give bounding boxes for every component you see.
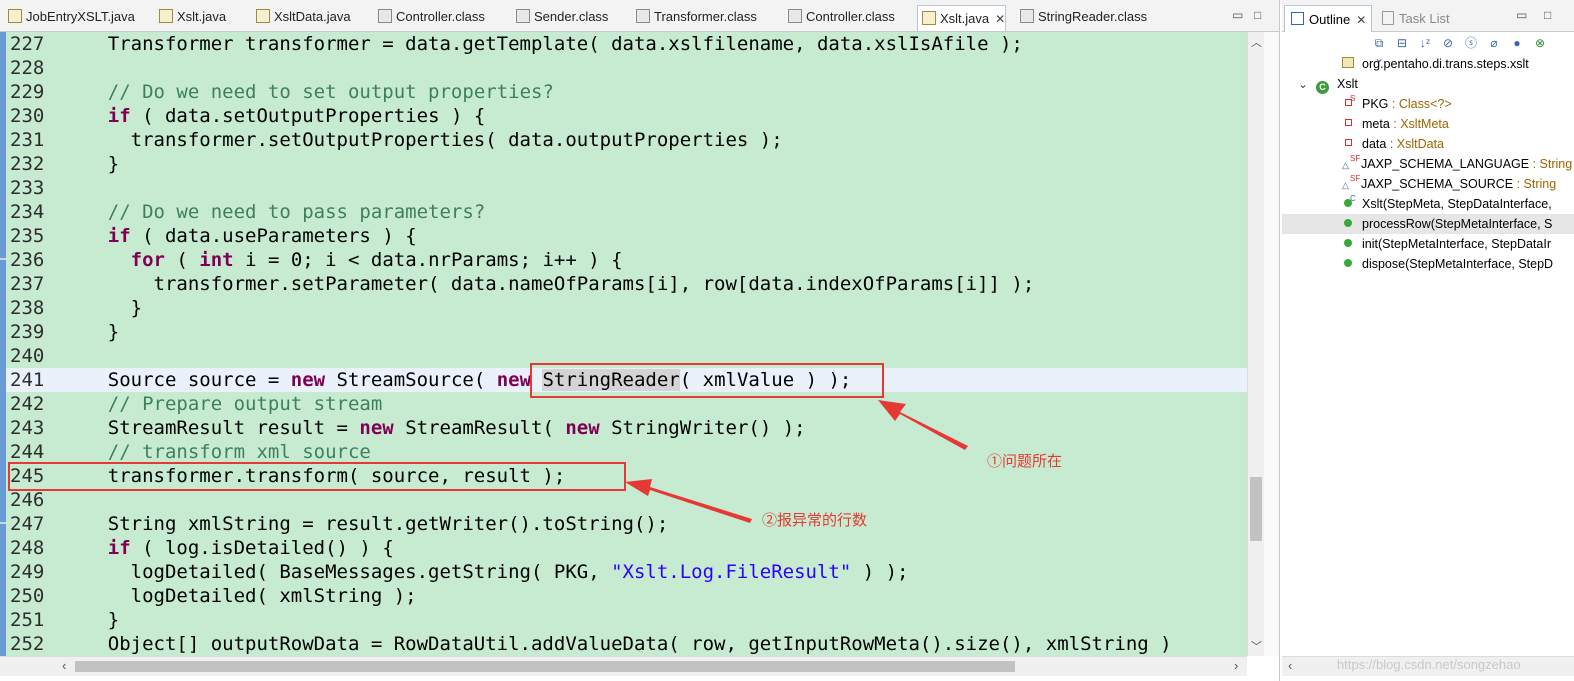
annotation-exception-label: ②报异常的行数: [762, 512, 868, 529]
public-method-icon: [1344, 259, 1352, 267]
outline-tree-item[interactable]: org.pentaho.di.trans.steps.xslt: [1282, 54, 1574, 74]
outline-icon: [1291, 12, 1304, 25]
hide-nonpublic-icon[interactable]: ⌀: [1487, 36, 1501, 50]
outline-item-label: JAXP_SCHEMA_LANGUAGE: [1361, 157, 1530, 171]
modifier-overlay-icon: SF: [1350, 174, 1361, 183]
outline-item-label: dispose(StepMetaInterface, StepD: [1362, 257, 1554, 271]
hide-local-types-icon[interactable]: ●: [1510, 36, 1524, 50]
public-method-icon: [1344, 219, 1352, 227]
close-icon[interactable]: ✕: [1356, 13, 1366, 27]
outline-scroll-left-icon[interactable]: ‹: [1288, 658, 1292, 673]
outline-item-type: : Class<?>: [1388, 97, 1452, 111]
private-field-icon: [1345, 119, 1352, 126]
watermark: https://blog.csdn.net/songzehao: [1337, 657, 1521, 672]
outline-tree-item[interactable]: △ SF JAXP_SCHEMA_LANGUAGE : String: [1282, 154, 1574, 174]
outline-maximize-icon[interactable]: □: [1544, 8, 1551, 22]
tab-outline-label: Outline: [1309, 12, 1351, 27]
outline-tree-item[interactable]: C Xslt(StepMeta, StepDataInterface,: [1282, 194, 1574, 214]
tab-task-list-label: Task List: [1399, 11, 1450, 26]
outline-item-label: data: [1362, 137, 1387, 151]
outline-tree-item[interactable]: △ SF JAXP_SCHEMA_SOURCE : String: [1282, 174, 1574, 194]
tab-outline[interactable]: Outline ✕: [1284, 5, 1372, 32]
package-icon: [1342, 57, 1354, 68]
collapse-all-icon[interactable]: ⊟: [1395, 36, 1409, 50]
outline-minimize-icon[interactable]: ▭: [1516, 8, 1527, 22]
arrow-to-problem: [878, 400, 968, 450]
outline-tree-item[interactable]: meta : XsltMeta: [1282, 114, 1574, 134]
arrow-to-exception-line: [625, 479, 752, 523]
outline-horizontal-scrollbar[interactable]: ‹ https://blog.csdn.net/songzehao: [1282, 656, 1574, 676]
outline-tree-item[interactable]: init(StepMetaInterface, StepDataIr: [1282, 234, 1574, 254]
outline-item-label: processRow(StepMetaInterface, S: [1362, 217, 1553, 231]
outline-tree-item[interactable]: ⌄ C Xslt: [1282, 74, 1574, 94]
outline-tree-item[interactable]: dispose(StepMetaInterface, StepD: [1282, 254, 1574, 274]
outline-tree-item[interactable]: data : XsltData: [1282, 134, 1574, 154]
outline-item-label: meta: [1362, 117, 1390, 131]
outline-item-label: Xslt(StepMeta, StepDataInterface,: [1362, 197, 1552, 211]
outline-panel: Outline ✕ Task List ▭ □ ⧉ ⊟ ↓ᶻ ⊘ ⓢ ⌀ ● ⊗ ⌄ org.pe…: [1282, 0, 1574, 681]
outline-item-type: : XsltMeta: [1389, 117, 1449, 131]
modifier-overlay-icon: S: [1350, 94, 1356, 103]
task-list-icon: [1382, 11, 1394, 25]
link-editor-icon[interactable]: ⊗: [1533, 36, 1547, 50]
outline-item-label: org.pentaho.di.trans.steps.xslt: [1362, 57, 1529, 71]
outline-tree-item[interactable]: S PKG : Class<?>: [1282, 94, 1574, 114]
sort-az-icon[interactable]: ↓ᶻ: [1418, 36, 1432, 50]
modifier-overlay-icon: SF: [1350, 154, 1361, 163]
hierarchy-icon[interactable]: ⧉: [1372, 36, 1386, 50]
outline-item-label: PKG: [1362, 97, 1389, 111]
outline-tree-item[interactable]: processRow(StepMetaInterface, S: [1282, 214, 1574, 234]
hide-static-icon[interactable]: ⓢ: [1464, 36, 1478, 50]
private-field-icon: [1345, 139, 1352, 146]
public-method-icon: [1344, 239, 1352, 247]
hide-fields-icon[interactable]: ⊘: [1441, 36, 1455, 50]
annotation-arrows: [625, 400, 968, 523]
outline-item-type: : String: [1513, 177, 1557, 191]
tab-task-list[interactable]: Task List: [1376, 5, 1466, 32]
outline-item-label: init(StepMetaInterface, StepDataIr: [1362, 237, 1551, 251]
modifier-overlay-icon: C: [1350, 194, 1356, 203]
outline-tab-bar: Outline ✕ Task List ▭ □: [1282, 0, 1574, 32]
annotation-problem-label: ①问题所在: [987, 453, 1063, 470]
outline-item-type: : String: [1529, 157, 1573, 171]
expand-arrow-icon[interactable]: ⌄: [1298, 74, 1308, 94]
outline-toolbar: ⧉ ⊟ ↓ᶻ ⊘ ⓢ ⌀ ● ⊗⌄: [1372, 35, 1574, 65]
outline-item-label: JAXP_SCHEMA_SOURCE: [1361, 177, 1514, 191]
outline-item-type: : XsltData: [1386, 137, 1445, 151]
class-icon: C: [1316, 81, 1329, 94]
